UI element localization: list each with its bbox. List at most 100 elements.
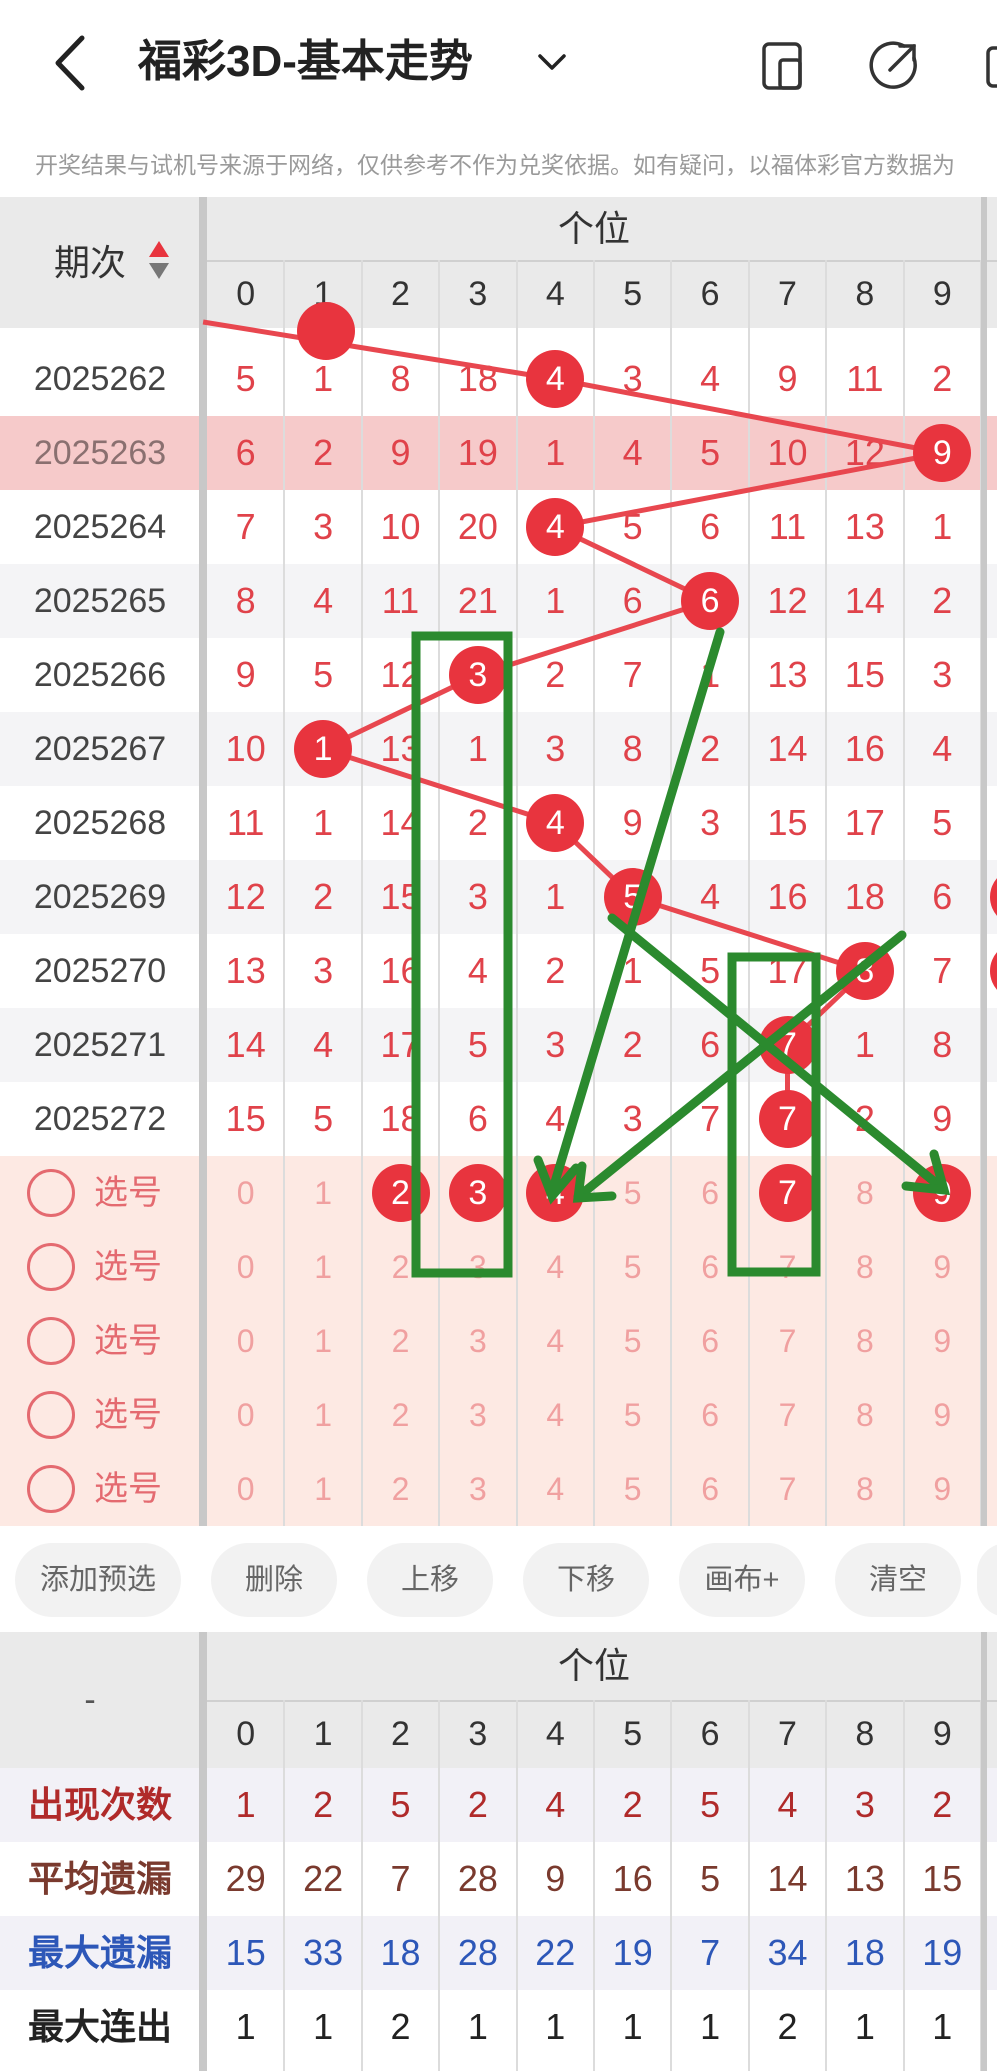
more-toolbar-button[interactable] (977, 1543, 997, 1617)
stats-row-label: 出现次数 (27, 1784, 172, 1825)
pick-number[interactable]: 6 (671, 1304, 748, 1378)
stats-value: 18 (844, 1932, 885, 1973)
stats-grid-line (825, 1700, 827, 2071)
more-icon[interactable] (982, 36, 997, 96)
stats-value: 15 (922, 1858, 963, 1899)
pick-number[interactable]: 8 (826, 1156, 903, 1230)
share-icon[interactable] (864, 36, 924, 96)
pick-row-radio[interactable] (27, 1465, 75, 1513)
pick-label: 选号 (94, 1322, 162, 1360)
pick-number[interactable]: 6 (671, 1452, 748, 1526)
picked-number-ball[interactable]: 4 (526, 1164, 585, 1222)
pick-row-radio[interactable] (27, 1391, 75, 1439)
hit-ball: 4 (526, 498, 585, 556)
stats-value: 29 (225, 1858, 266, 1899)
pick-number[interactable]: 2 (362, 1452, 439, 1526)
clear-button[interactable]: 清空 (835, 1543, 961, 1617)
pick-number[interactable]: 1 (284, 1452, 361, 1526)
pick-number[interactable]: 8 (826, 1452, 903, 1526)
pick-number[interactable]: 4 (517, 1378, 594, 1452)
move-down-button[interactable]: 下移 (523, 1543, 649, 1617)
stats-digit-header: 4 (545, 1715, 565, 1753)
pick-row-radio[interactable] (27, 1169, 75, 1217)
pick-number[interactable]: 5 (594, 1156, 671, 1230)
period-label: 2025266 (33, 656, 167, 694)
pick-number[interactable]: 4 (517, 1452, 594, 1526)
digit-header: 2 (391, 275, 410, 313)
pick-row-radio[interactable] (27, 1243, 75, 1291)
move-up-button[interactable]: 上移 (367, 1543, 493, 1617)
pick-number[interactable]: 8 (826, 1304, 903, 1378)
miss-count: 4 (700, 358, 721, 399)
pick-number[interactable]: 0 (207, 1378, 284, 1452)
pick-row-radio[interactable] (27, 1317, 75, 1365)
phone-layout-icon[interactable] (752, 36, 812, 96)
pick-number[interactable]: 5 (594, 1230, 671, 1304)
hit-ball: 1 (294, 720, 353, 778)
pick-number[interactable]: 3 (439, 1378, 516, 1452)
pick-number[interactable]: 8 (826, 1378, 903, 1452)
pick-label: 选号 (94, 1248, 162, 1286)
chevron-down-icon[interactable] (534, 48, 570, 78)
pick-number[interactable]: 0 (207, 1230, 284, 1304)
pick-number[interactable]: 7 (749, 1304, 826, 1378)
pick-number[interactable]: 7 (749, 1230, 826, 1304)
pick-number[interactable]: 9 (904, 1230, 981, 1304)
pick-number[interactable]: 0 (207, 1156, 284, 1230)
picked-number-ball[interactable]: 2 (371, 1164, 430, 1222)
miss-count: 7 (932, 950, 953, 991)
miss-count: 9 (777, 358, 798, 399)
miss-count: 10 (767, 432, 808, 473)
pick-number[interactable]: 0 (207, 1452, 284, 1526)
picked-number-ball[interactable]: 9 (913, 1164, 972, 1222)
delete-button[interactable]: 删除 (211, 1543, 337, 1617)
pick-number[interactable]: 8 (826, 1230, 903, 1304)
miss-count: 6 (700, 1024, 721, 1065)
pick-number[interactable]: 3 (439, 1230, 516, 1304)
back-arrow-icon[interactable] (48, 30, 98, 96)
pick-number[interactable]: 3 (439, 1452, 516, 1526)
pick-number[interactable]: 6 (671, 1156, 748, 1230)
digit-header: 8 (855, 275, 875, 313)
pick-number[interactable]: 6 (671, 1230, 748, 1304)
period-label: 2025267 (33, 730, 167, 768)
pick-number[interactable]: 1 (284, 1230, 361, 1304)
pick-number[interactable]: 6 (671, 1378, 748, 1452)
pick-number[interactable]: 9 (904, 1304, 981, 1378)
pick-number[interactable]: 7 (749, 1378, 826, 1452)
pick-number[interactable]: 4 (517, 1230, 594, 1304)
pick-number[interactable]: 2 (362, 1378, 439, 1452)
pick-number[interactable]: 0 (207, 1304, 284, 1378)
sort-icon[interactable] (148, 239, 170, 281)
pick-number[interactable]: 1 (284, 1378, 361, 1452)
miss-count: 11 (768, 506, 807, 547)
pick-number[interactable]: 3 (439, 1304, 516, 1378)
miss-count: 6 (235, 432, 256, 473)
picked-number-ball[interactable]: 7 (758, 1164, 817, 1222)
miss-count: 6 (700, 506, 721, 547)
period-header[interactable]: 期次 (0, 197, 180, 328)
pick-number[interactable]: 4 (517, 1304, 594, 1378)
pick-number[interactable]: 9 (904, 1378, 981, 1452)
pick-number[interactable]: 2 (362, 1304, 439, 1378)
canvas-plus-button[interactable]: 画布+ (679, 1543, 805, 1617)
stats-grid-line (283, 1700, 285, 2071)
miss-count: 8 (235, 580, 256, 621)
period-label: 2025268 (33, 804, 167, 842)
add-preselect-button[interactable]: 添加预选 (15, 1543, 181, 1617)
pick-number[interactable]: 7 (749, 1452, 826, 1526)
miss-count: 18 (844, 876, 885, 917)
pick-number[interactable]: 5 (594, 1304, 671, 1378)
picked-number-ball[interactable]: 3 (448, 1164, 507, 1222)
miss-count: 11 (227, 802, 265, 843)
pick-number[interactable]: 1 (284, 1304, 361, 1378)
stats-value: 2 (390, 2006, 411, 2047)
stats-value: 22 (535, 1932, 576, 1973)
pick-number[interactable]: 9 (904, 1452, 981, 1526)
pick-number[interactable]: 5 (594, 1378, 671, 1452)
pick-number[interactable]: 1 (284, 1156, 361, 1230)
stats-grid-line (438, 1700, 440, 2071)
pick-number[interactable]: 2 (362, 1230, 439, 1304)
pick-number[interactable]: 5 (594, 1452, 671, 1526)
miss-count: 20 (457, 506, 498, 547)
